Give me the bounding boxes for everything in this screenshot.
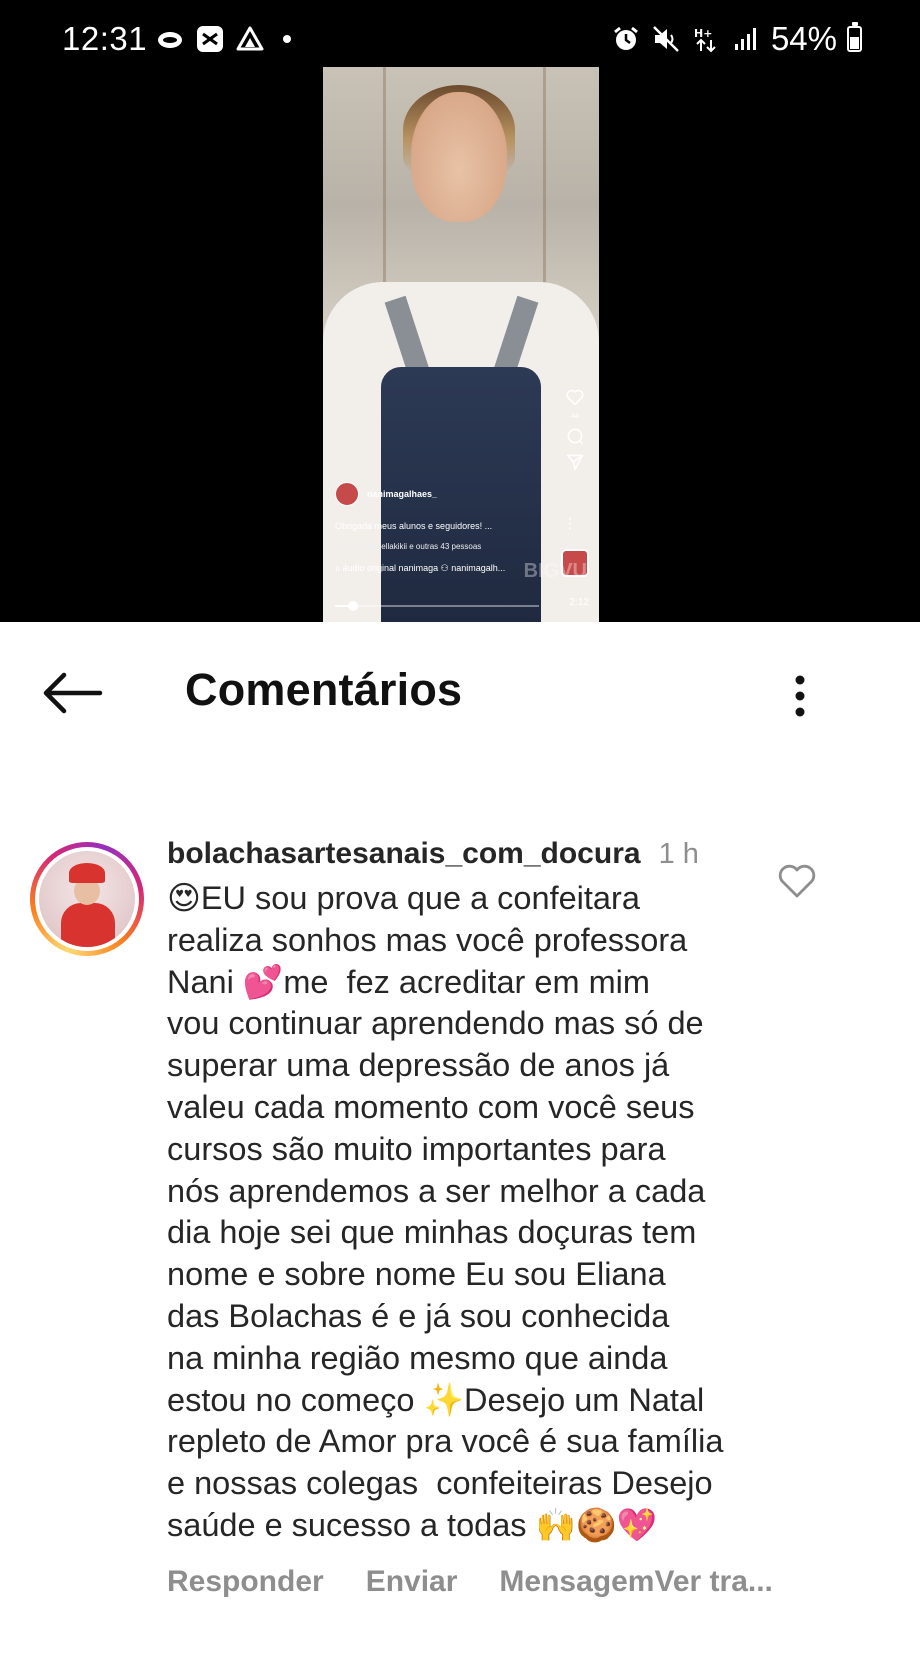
reply-button[interactable]: Responder: [167, 1565, 324, 1599]
comment-actions: Responder Enviar Mensagem Ver tra...: [167, 1565, 807, 1599]
heart-icon[interactable]: [565, 387, 585, 407]
avatar-figure-body: [61, 903, 115, 947]
video-tagged[interactable]: nanimagalh...: [451, 563, 505, 573]
video-audio-label[interactable]: áudio original nanimaga: [343, 563, 439, 573]
heart-outline-icon: [778, 864, 816, 898]
like-button[interactable]: [776, 860, 818, 902]
battery-icon: [847, 22, 862, 52]
status-time: 12:31: [62, 20, 148, 57]
video-overlay: nanimagalhaes_ Obrigada meus alunos e se…: [323, 67, 599, 622]
mute-icon: [651, 24, 681, 54]
svg-text:H+: H+: [694, 27, 712, 40]
status-right-icons: H+ 54%: [611, 20, 862, 58]
comment-body: bolachasartesanais_com_docura 1 h 😍EU so…: [167, 830, 807, 1599]
avatar-border: [35, 847, 139, 951]
arrow-left-icon: [43, 672, 103, 714]
signal-icon: [731, 24, 761, 54]
tag-icon: ⚇: [440, 563, 452, 573]
comment-text: 😍EU sou prova que a confeitara realiza s…: [167, 880, 724, 1543]
capcut-icon: [195, 24, 225, 54]
avatar[interactable]: [30, 842, 144, 956]
comments-header: Comentários: [0, 622, 920, 762]
video-liked-by[interactable]: Curtido por bellakikii e outras 43 pesso…: [335, 542, 481, 551]
data-transfer-icon: H+: [691, 24, 721, 54]
status-left-icons: [155, 24, 291, 54]
comment-username[interactable]: bolachasartesanais_com_docura: [167, 837, 641, 871]
page-title: Comentários: [185, 664, 463, 715]
translate-button[interactable]: Ver tra...: [654, 1565, 772, 1599]
video-audio[interactable]: ıı áudio original nanimaga ⚇ nanimagalh.…: [335, 563, 505, 574]
avatar-photo: [39, 851, 135, 947]
alarm-icon: [611, 24, 641, 54]
video-duration: 2:12: [569, 597, 589, 608]
more-vertical-icon: [795, 675, 805, 717]
comment-meta: bolachasartesanais_com_docura 1 h: [167, 837, 807, 871]
battery-percent: 54%: [770, 20, 837, 57]
video-username[interactable]: nanimagalhaes_: [367, 489, 437, 499]
avatar-figure-hat: [69, 863, 105, 883]
video-progress[interactable]: [335, 601, 539, 611]
comment-icon[interactable]: [565, 426, 585, 446]
share-icon[interactable]: [565, 452, 585, 472]
video-more-icon[interactable]: ⋮: [563, 515, 577, 532]
video-like-count: 44: [571, 413, 579, 420]
video-watermark: BIGVU: [523, 560, 587, 582]
video-user-avatar[interactable]: [335, 482, 359, 506]
progress-handle[interactable]: [348, 601, 359, 611]
message-button[interactable]: Mensagem: [499, 1565, 654, 1599]
video-player[interactable]: nanimagalhaes_ Obrigada meus alunos e se…: [323, 67, 599, 622]
comment-timestamp: 1 h: [658, 838, 699, 870]
back-button[interactable]: [40, 669, 104, 717]
notification-dot: [283, 35, 291, 43]
video-actions: 44: [565, 387, 585, 472]
send-button[interactable]: Enviar: [366, 1565, 458, 1599]
video-user[interactable]: nanimagalhaes_: [335, 482, 437, 506]
audio-icon: ıı: [335, 563, 343, 573]
drive-icon: [235, 24, 265, 54]
cloud-icon: [155, 24, 185, 54]
media-area: 12:31 H+ 54% nanimagalhaes_ Obrigada meu…: [0, 0, 920, 622]
video-caption[interactable]: Obrigada meus alunos e seguidores! ...: [335, 521, 492, 531]
more-options-button[interactable]: [780, 672, 820, 720]
